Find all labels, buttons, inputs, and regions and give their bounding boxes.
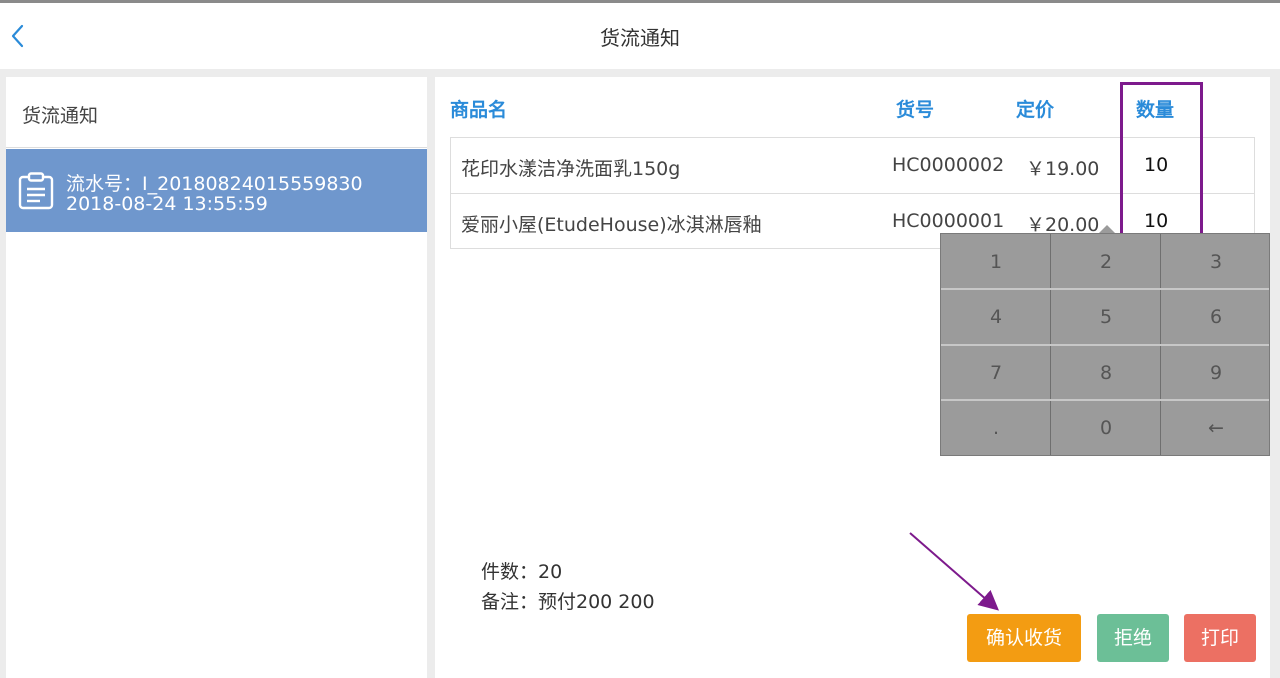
key-8[interactable]: 8 — [1051, 345, 1161, 400]
keypad-pointer — [1099, 225, 1115, 233]
product-name: 花印水漾洁净洗面乳150g — [461, 158, 681, 180]
sidebar-title: 货流通知 — [22, 105, 99, 127]
key-1[interactable]: 1 — [941, 234, 1051, 289]
confirm-receipt-button[interactable]: 确认收货 — [967, 614, 1081, 662]
print-button[interactable]: 打印 — [1184, 614, 1256, 662]
key-3[interactable]: 3 — [1161, 234, 1271, 289]
header-bar: 货流通知 — [0, 3, 1280, 69]
datetime: 2018-08-24 13:55:59 — [66, 193, 268, 215]
key-0[interactable]: 0 — [1051, 400, 1161, 455]
clipboard-icon — [18, 172, 54, 210]
remark: 备注：预付200 200 — [481, 591, 655, 613]
quantity-highlight-box — [1120, 82, 1203, 237]
key-7[interactable]: 7 — [941, 345, 1051, 400]
sidebar-item-notice[interactable]: 流水号：I_20180824015559830 2018-08-24 13:55… — [6, 149, 427, 232]
key-4[interactable]: 4 — [941, 289, 1051, 344]
serial-number: 流水号：I_20180824015559830 — [66, 173, 363, 195]
numeric-keypad: 1 2 3 4 5 6 7 8 9 . 0 ← — [940, 233, 1270, 456]
key-2[interactable]: 2 — [1051, 234, 1161, 289]
sidebar: 货流通知 流水号：I_20180824015559830 2018-08-24 … — [6, 77, 427, 678]
product-name: 爱丽小屋(EtudeHouse)冰淇淋唇釉 — [461, 214, 762, 236]
product-price: ￥19.00 — [1026, 158, 1100, 180]
key-6[interactable]: 6 — [1161, 289, 1271, 344]
key-9[interactable]: 9 — [1161, 345, 1271, 400]
product-code: HC0000002 — [892, 154, 1005, 176]
divider — [6, 147, 427, 148]
product-code: HC0000001 — [892, 210, 1005, 232]
item-count: 件数：20 — [481, 561, 563, 583]
column-header-price: 定价 — [1016, 99, 1055, 121]
reject-button[interactable]: 拒绝 — [1097, 614, 1169, 662]
column-header-name: 商品名 — [450, 99, 508, 121]
column-header-code: 货号 — [896, 99, 935, 121]
key-backspace[interactable]: ← — [1161, 400, 1271, 455]
key-5[interactable]: 5 — [1051, 289, 1161, 344]
key-decimal[interactable]: . — [941, 400, 1051, 455]
page-title: 货流通知 — [600, 26, 680, 50]
